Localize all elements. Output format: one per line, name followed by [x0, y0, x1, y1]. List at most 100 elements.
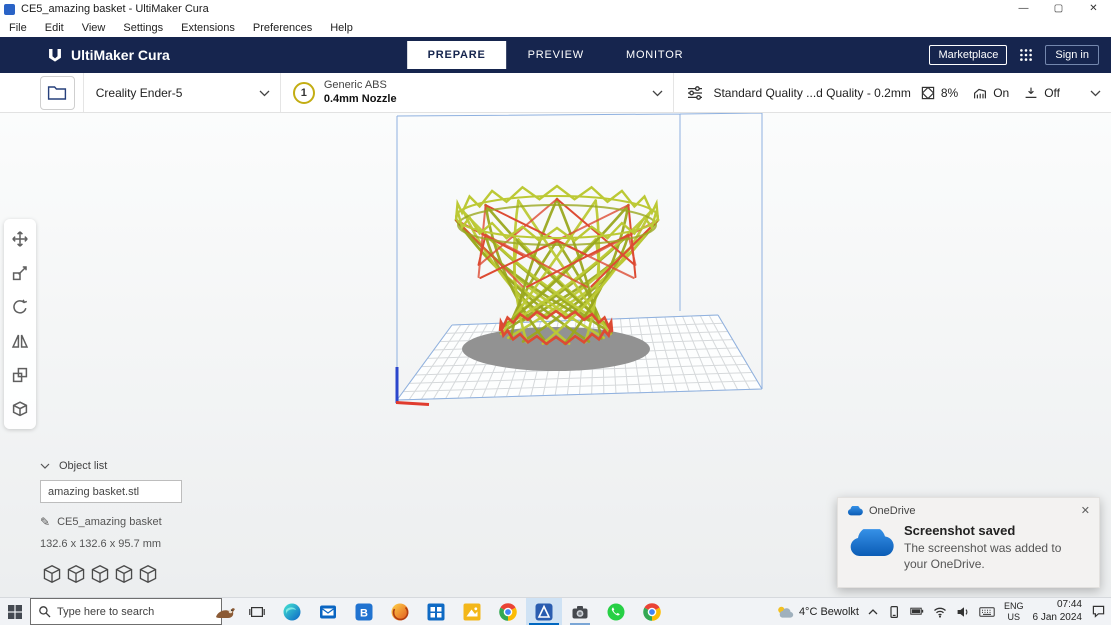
system-tray: 4°C Bewolkt ENG US 07:44 6 Jan 2024 [776, 598, 1111, 625]
chrome-profile-icon[interactable] [634, 598, 670, 625]
chevron-down-icon [652, 90, 663, 97]
sliders-icon [686, 84, 704, 102]
toast-message: The screenshot was added to your OneDriv… [904, 541, 1062, 571]
weather-widget[interactable]: 4°C Bewolkt [776, 605, 859, 619]
search-highlight-icon[interactable] [212, 598, 240, 625]
chrome-icon[interactable] [490, 598, 526, 625]
x-axis-indicator [395, 401, 430, 406]
windows-taskbar: B 4°C Bewolkt [0, 597, 1111, 625]
printer-selector[interactable]: Creality Ender-5 [82, 73, 280, 112]
clock-date: 6 Jan 2024 [1032, 611, 1083, 623]
toast-close-button[interactable]: ✕ [1081, 504, 1090, 517]
store-icon[interactable] [418, 598, 454, 625]
object-list-item[interactable]: amazing basket.stl [40, 480, 182, 503]
region-code: US [1007, 611, 1020, 622]
sign-in-button[interactable]: Sign in [1045, 45, 1099, 65]
toast-title: Screenshot saved [904, 523, 1016, 538]
taskbar-search[interactable] [30, 598, 222, 625]
window-controls: — ▢ ✕ [1006, 0, 1111, 18]
menu-help[interactable]: Help [321, 22, 362, 34]
per-model-settings-tool-button[interactable] [4, 361, 36, 389]
device-icon[interactable] [887, 605, 901, 619]
menu-edit[interactable]: Edit [36, 22, 73, 34]
app-header: UltiMaker Cura PREPARE PREVIEW MONITOR M… [0, 37, 1111, 73]
tray-expand-chevron-icon[interactable] [868, 608, 878, 615]
search-input[interactable] [57, 605, 185, 618]
whatsapp-icon[interactable] [598, 598, 634, 625]
material-selector[interactable]: 1 Generic ABS 0.4mm Nozzle [279, 73, 674, 112]
adhesion-icon [1023, 85, 1039, 101]
close-button[interactable]: ✕ [1076, 0, 1111, 18]
menu-settings[interactable]: Settings [114, 22, 172, 34]
project-name: CE5_amazing basket [57, 516, 162, 528]
support-icon [972, 85, 988, 101]
print-settings-selector[interactable]: Standard Quality ...d Quality - 0.2mm 8%… [673, 73, 1111, 112]
tab-prepare[interactable]: PREPARE [406, 41, 507, 69]
outlook-icon[interactable] [310, 598, 346, 625]
folder-icon [47, 84, 67, 101]
onedrive-icon [847, 506, 863, 516]
onedrive-cloud-icon [848, 529, 894, 572]
menu-file[interactable]: File [0, 22, 36, 34]
chevron-down-icon [259, 90, 270, 97]
profile-name: Standard Quality ...d Quality - 0.2mm [713, 85, 911, 100]
view-preset-left-icon[interactable] [112, 563, 135, 585]
touch-keyboard-icon[interactable] [979, 606, 995, 617]
screenshot-tool-icon[interactable] [562, 598, 598, 625]
task-view-button[interactable] [240, 598, 274, 625]
wifi-icon[interactable] [933, 605, 947, 618]
object-list-title: Object list [59, 460, 108, 472]
model-dimensions: 132.6 x 132.6 x 95.7 mm [40, 538, 162, 550]
tab-monitor[interactable]: MONITOR [605, 41, 704, 69]
view-preset-right-icon[interactable] [136, 563, 159, 585]
marketplace-button[interactable]: Marketplace [929, 45, 1008, 65]
cura-taskbar-icon[interactable] [526, 598, 562, 625]
extruder-badge: 1 [292, 81, 315, 104]
app-name: UltiMaker Cura [71, 47, 170, 63]
nozzle-size: 0.4mm Nozzle [323, 92, 397, 105]
rotate-tool-button[interactable] [4, 293, 36, 321]
support-blocker-tool-button[interactable] [4, 395, 36, 423]
minimize-button[interactable]: — [1006, 0, 1041, 18]
apps-grid-icon[interactable] [1019, 48, 1033, 62]
battery-icon[interactable] [910, 607, 924, 616]
menu-view[interactable]: View [73, 22, 115, 34]
edit-pencil-icon: ✎ [40, 515, 51, 529]
stage-tabs: PREPARE PREVIEW MONITOR [406, 41, 705, 69]
viewport-3d[interactable]: Object list amazing basket.stl ✎ CE5_ama… [0, 113, 1111, 597]
photos-icon[interactable] [454, 598, 490, 625]
view-preset-3d-icon[interactable] [40, 563, 63, 585]
window-title: CE5_amazing basket - UltiMaker Cura [21, 3, 209, 15]
toast-app-name: OneDrive [869, 504, 916, 517]
edge-icon[interactable] [274, 598, 310, 625]
bing-icon[interactable]: B [346, 598, 382, 625]
object-list-panel: Object list amazing basket.stl ✎ CE5_ama… [40, 460, 182, 585]
view-preset-top-icon[interactable] [88, 563, 111, 585]
firefox-icon[interactable] [382, 598, 418, 625]
tab-preview[interactable]: PREVIEW [507, 41, 605, 69]
view-preset-front-icon[interactable] [64, 563, 87, 585]
configuration-bar: Creality Ender-5 1 Generic ABS 0.4mm Noz… [0, 73, 1111, 113]
move-tool-button[interactable] [4, 225, 36, 253]
menu-preferences[interactable]: Preferences [244, 22, 321, 34]
weather-icon [776, 605, 794, 619]
language-indicator[interactable]: ENG US [1004, 601, 1024, 623]
weather-text: 4°C Bewolkt [798, 605, 859, 618]
search-icon [38, 605, 51, 618]
chevron-down-icon [40, 463, 50, 469]
action-center-icon[interactable] [1091, 604, 1106, 619]
ultimaker-logo-icon [46, 46, 64, 64]
adhesion-value: Off [1044, 85, 1061, 100]
volume-icon[interactable] [956, 605, 970, 619]
project-name-row[interactable]: ✎ CE5_amazing basket [40, 515, 182, 529]
mirror-tool-button[interactable] [4, 327, 36, 355]
material-name: Generic ABS [323, 79, 387, 92]
clock[interactable]: 07:44 6 Jan 2024 [1033, 599, 1083, 624]
object-list-toggle[interactable]: Object list [40, 460, 182, 472]
start-button[interactable] [0, 598, 30, 625]
scale-tool-button[interactable] [4, 259, 36, 287]
open-file-button[interactable] [40, 75, 75, 110]
clock-time: 07:44 [1056, 599, 1082, 610]
maximize-button[interactable]: ▢ [1041, 0, 1076, 18]
menu-extensions[interactable]: Extensions [172, 22, 244, 34]
